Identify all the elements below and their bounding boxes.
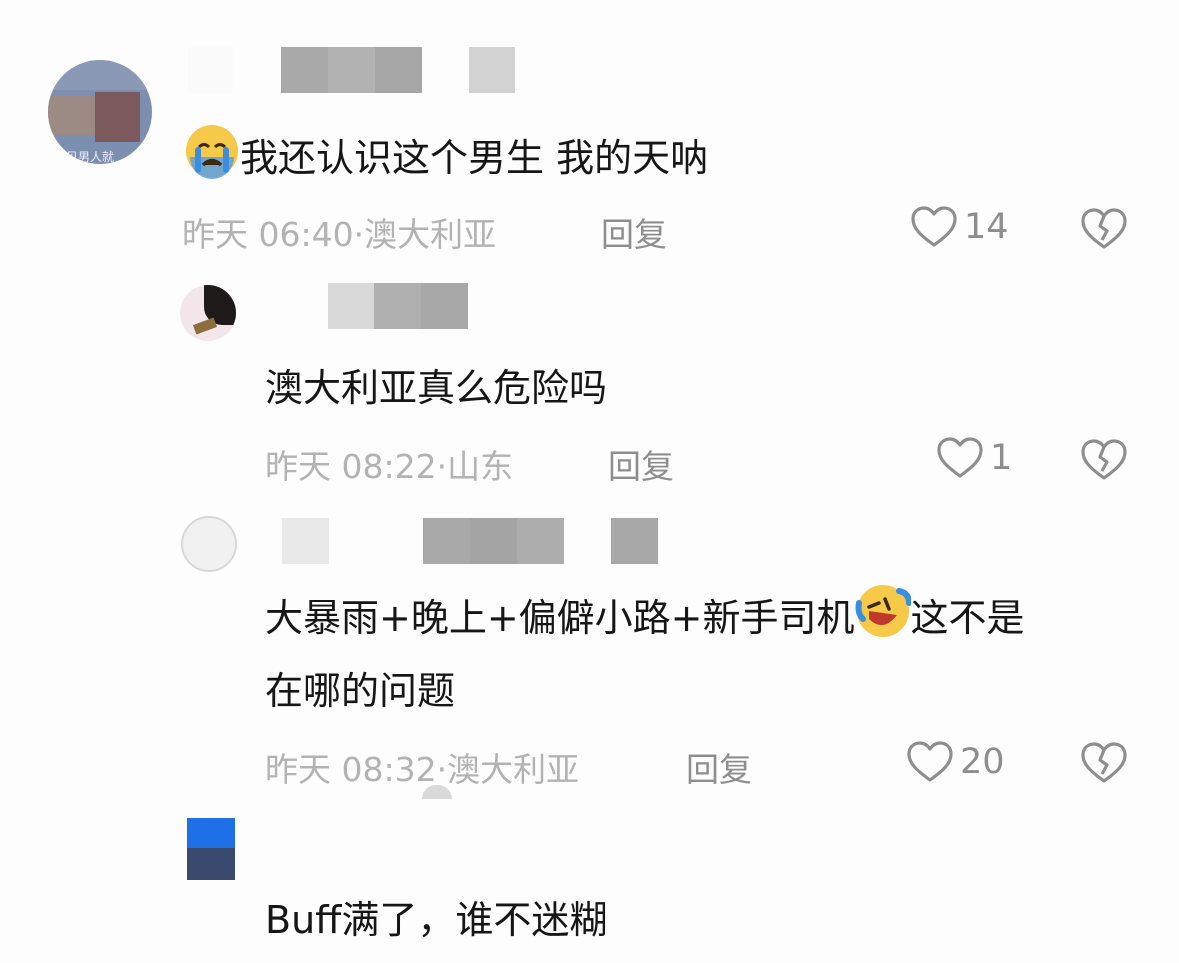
heart-icon [907,741,953,782]
like-button[interactable]: 14 [910,205,1009,249]
avatar-caption: 见男人就 [66,150,115,164]
timestamp: 昨天 08:22 [265,447,437,486]
crying-face-icon [184,123,240,201]
username[interactable] [328,283,468,329]
broken-heart-icon[interactable] [1080,741,1128,785]
username[interactable] [188,47,515,93]
like-button[interactable]: 1 [936,436,1012,480]
avatar[interactable] [187,818,235,880]
separator: · [436,447,448,486]
timestamp: 昨天 08:32 [265,750,437,789]
rolling-laughing-icon [855,583,912,661]
heart-icon [911,206,957,247]
comment-text-line2: 在哪的问题 [265,669,456,713]
broken-heart-icon[interactable] [1080,207,1128,251]
username[interactable] [282,518,658,564]
like-button[interactable]: 20 [906,740,1005,784]
comment-body-part1: 大暴雨+晚上+偏僻小路+新手司机 [265,596,855,640]
broken-heart-icon[interactable] [1080,438,1128,482]
avatar[interactable] [180,285,236,341]
location: 山东 [447,447,514,486]
reply-button[interactable]: 回复 [608,440,674,488]
separator: · [353,215,365,254]
like-count: 14 [964,207,1009,247]
reply-button[interactable]: 回复 [686,743,752,791]
comment-body: 我还认识这个男生 我的天呐 [240,136,709,180]
timestamp: 昨天 06:40 [182,215,354,254]
comment-meta: 昨天 08:22·山东 [265,440,513,488]
comment-meta: 昨天 08:32·澳大利亚 [265,743,579,791]
comment-text: 澳大利亚真么危险吗 [265,366,608,410]
comment-text: 大暴雨+晚上+偏僻小路+新手司机 这不是 [265,583,1025,661]
location: 澳大利亚 [364,215,497,254]
avatar[interactable] [181,516,237,572]
reply-button[interactable]: 回复 [601,208,667,256]
comment-text: 我还认识这个男生 我的天呐 [184,123,708,201]
like-count: 20 [960,742,1005,782]
comment-meta: 昨天 06:40·澳大利亚 [182,208,496,256]
avatar[interactable]: 见男人就 [48,60,152,164]
heart-icon [937,437,983,478]
like-count: 1 [990,438,1013,478]
comment-body-part2: 这不是 [910,596,1025,640]
comment-text: Buff满了，谁不迷糊 [265,898,608,942]
separator: · [436,750,448,789]
location: 澳大利亚 [447,750,580,789]
